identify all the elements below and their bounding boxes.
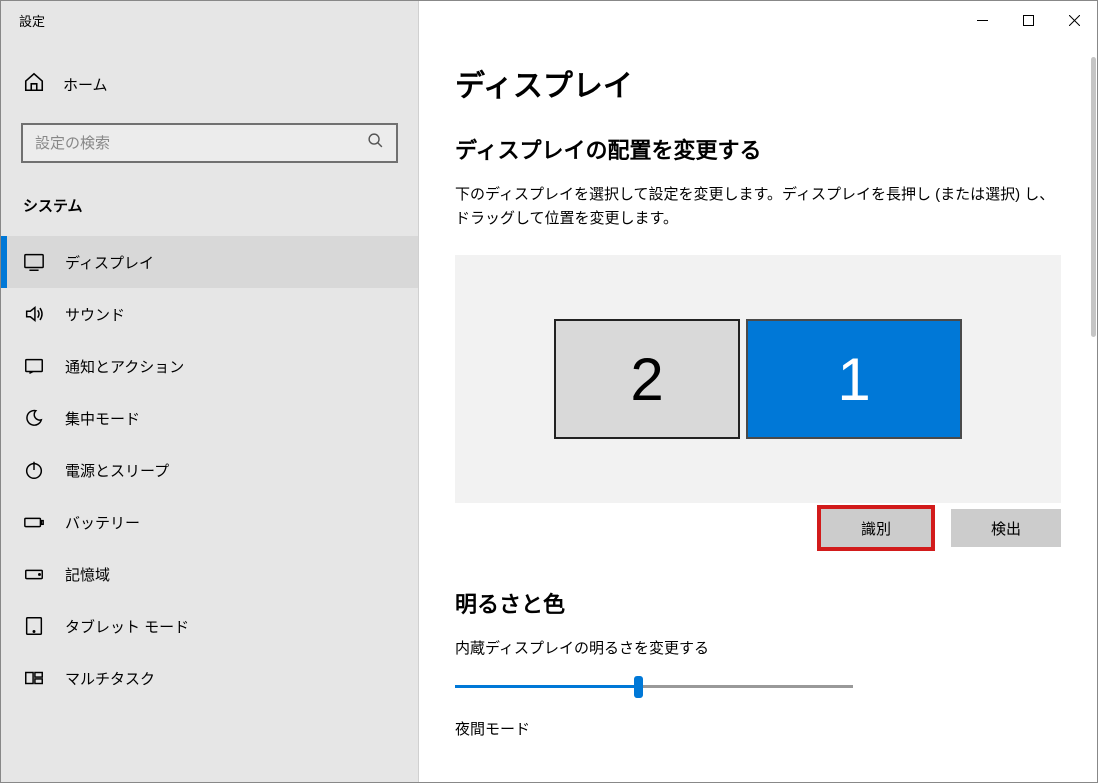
search-icon bbox=[367, 132, 384, 154]
focus-icon bbox=[23, 407, 45, 429]
sidebar-item-label: バッテリー bbox=[65, 512, 140, 533]
arrange-description: 下のディスプレイを選択して設定を変更します。ディスプレイを長押し (または選択)… bbox=[455, 183, 1061, 231]
home-label: ホーム bbox=[63, 74, 108, 95]
sidebar-item-label: 記憶域 bbox=[65, 564, 110, 585]
sidebar-item-label: マルチタスク bbox=[65, 668, 155, 689]
sidebar-item-label: 通知とアクション bbox=[65, 356, 184, 377]
power-icon bbox=[23, 459, 45, 481]
sound-icon bbox=[23, 303, 45, 325]
identify-button[interactable]: 識別 bbox=[821, 509, 931, 547]
scrollbar[interactable] bbox=[1091, 57, 1096, 337]
sidebar-item-power[interactable]: 電源とスリープ bbox=[1, 444, 418, 496]
sidebar-item-notifications[interactable]: 通知とアクション bbox=[1, 340, 418, 392]
brightness-heading: 明るさと色 bbox=[455, 587, 1061, 619]
brightness-label: 内蔵ディスプレイの明るさを変更する bbox=[455, 637, 1061, 658]
close-button[interactable] bbox=[1051, 4, 1097, 36]
main-content: ディスプレイ ディスプレイの配置を変更する 下のディスプレイを選択して設定を変更… bbox=[419, 1, 1097, 782]
brightness-slider[interactable] bbox=[455, 672, 853, 702]
sidebar-item-battery[interactable]: バッテリー bbox=[1, 496, 418, 548]
monitor-1[interactable]: 1 bbox=[746, 319, 962, 439]
notification-icon bbox=[23, 355, 45, 377]
monitor-2[interactable]: 2 bbox=[554, 319, 740, 439]
arrange-heading: ディスプレイの配置を変更する bbox=[455, 133, 1061, 165]
sidebar-item-label: タブレット モード bbox=[65, 616, 189, 637]
sidebar: ホーム システム ディスプレイ サウンド 通知とアクション 集中モード 電源 bbox=[1, 1, 419, 782]
sidebar-item-label: 電源とスリープ bbox=[65, 460, 169, 481]
minimize-button[interactable] bbox=[959, 4, 1005, 36]
sidebar-item-display[interactable]: ディスプレイ bbox=[1, 236, 418, 288]
slider-fill bbox=[455, 685, 638, 688]
sidebar-item-tablet[interactable]: タブレット モード bbox=[1, 600, 418, 652]
multitask-icon bbox=[23, 667, 45, 689]
window-title: 設定 bbox=[1, 11, 45, 30]
sidebar-item-label: サウンド bbox=[65, 304, 125, 325]
slider-thumb[interactable] bbox=[634, 676, 643, 698]
display-arrange-area[interactable]: 2 1 bbox=[455, 255, 1061, 503]
sidebar-item-multitask[interactable]: マルチタスク bbox=[1, 652, 418, 704]
sidebar-item-sound[interactable]: サウンド bbox=[1, 288, 418, 340]
storage-icon bbox=[23, 563, 45, 585]
home-icon bbox=[23, 71, 45, 97]
home-link[interactable]: ホーム bbox=[1, 61, 418, 115]
search-field[interactable] bbox=[35, 135, 367, 152]
sidebar-item-label: 集中モード bbox=[65, 408, 140, 429]
search-input[interactable] bbox=[21, 123, 398, 163]
night-mode-label: 夜間モード bbox=[455, 718, 1061, 739]
display-icon bbox=[23, 251, 45, 273]
sidebar-item-storage[interactable]: 記憶域 bbox=[1, 548, 418, 600]
maximize-button[interactable] bbox=[1005, 4, 1051, 36]
sidebar-item-label: ディスプレイ bbox=[65, 252, 154, 273]
category-heading: システム bbox=[1, 185, 418, 236]
battery-icon bbox=[23, 511, 45, 533]
detect-button[interactable]: 検出 bbox=[951, 509, 1061, 547]
page-title: ディスプレイ bbox=[455, 61, 1061, 105]
sidebar-item-focus[interactable]: 集中モード bbox=[1, 392, 418, 444]
tablet-icon bbox=[23, 615, 45, 637]
